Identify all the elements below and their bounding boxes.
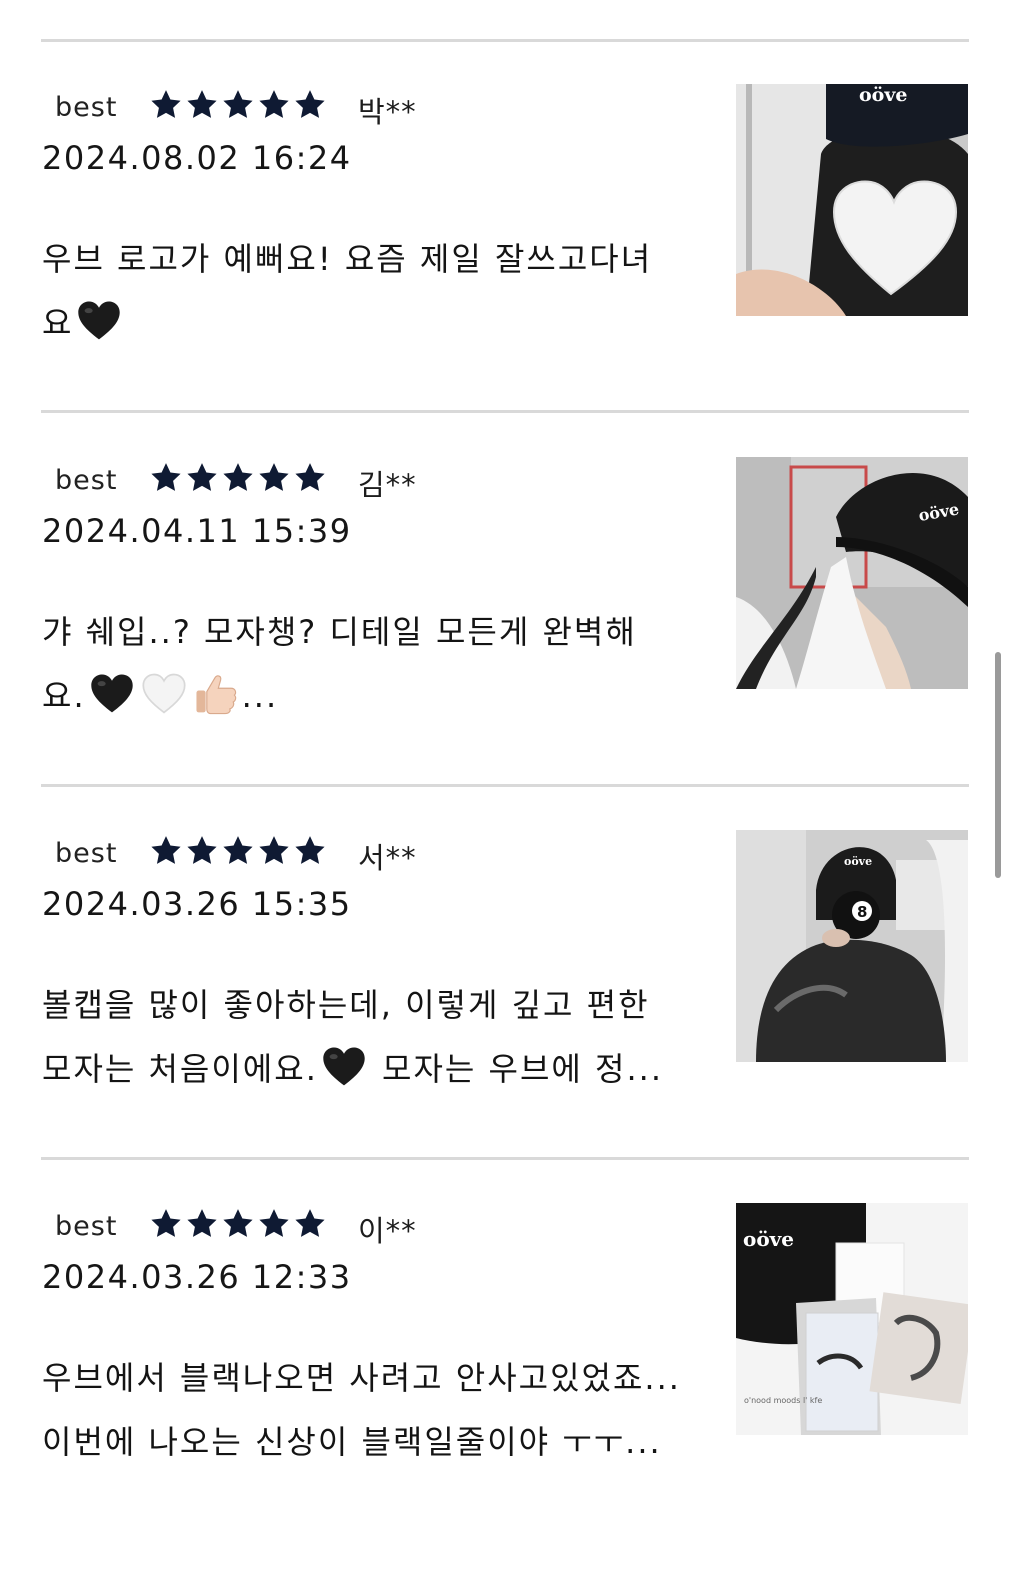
best-badge: best [55, 92, 118, 123]
star-icon [257, 88, 291, 122]
review-text-line: 요 [42, 291, 707, 355]
star-icon [257, 461, 291, 495]
review-text-line: 모자는 처음이에요. 모자는 우브에 정... [42, 1037, 707, 1101]
review-author: 서** [358, 841, 417, 875]
svg-text:o'nood moods l' kfe: o'nood moods l' kfe [744, 1396, 822, 1405]
review-text-line: 우브에서 블랙나오면 사려고 안사고있었죠... [42, 1346, 707, 1410]
review-text-suffix: 모자는 우브에 정... [369, 1050, 663, 1088]
svg-text:oöve: oöve [743, 1227, 794, 1251]
review-text-line: 갸 쉐입..? 모자챙? 디테일 모든게 완벽해 [42, 600, 707, 664]
star-icon [149, 834, 183, 868]
best-badge: best [55, 1211, 118, 1242]
review-text-line: 볼캡을 많이 좋아하는데, 이렇게 깊고 편한 [42, 973, 707, 1037]
review-text-suffix: ... [241, 677, 279, 715]
star-icon [293, 88, 327, 122]
svg-text:oöve: oöve [859, 84, 907, 106]
review-photo[interactable]: oöve o'nood moods l' kfe [736, 1203, 968, 1435]
review-photo[interactable]: oöve 8 [736, 830, 968, 1062]
star-icon [221, 1207, 255, 1241]
review-photo[interactable]: oöve [736, 84, 968, 316]
review-list: best 박** 2024.08.02 16:24 우브 로고가 예뻐요! 요즘 제일… [0, 0, 1010, 1500]
review-text-line: 요.... [42, 664, 707, 728]
star-icon [149, 88, 183, 122]
star-rating [149, 834, 329, 870]
star-icon [185, 1207, 219, 1241]
review-photo[interactable]: oöve [736, 457, 968, 689]
review-text-content: 이번에 나오는 신상이 블랙일줄이야 ㅜㅜ... [42, 1423, 662, 1461]
star-icon [293, 834, 327, 868]
review-date: 2024.08.02 16:24 [42, 139, 352, 177]
review-text: 우브 로고가 예뻐요! 요즘 제일 잘쓰고다녀요 [42, 227, 707, 355]
black-heart-icon [321, 1044, 367, 1090]
best-badge: best [55, 838, 118, 869]
star-icon [221, 461, 255, 495]
star-rating [149, 88, 329, 124]
star-icon [257, 1207, 291, 1241]
review-item[interactable]: best 김** 2024.04.11 15:39 갸 쉐입..? 모자챙? 디테일 … [0, 457, 1010, 829]
review-date: 2024.03.26 15:35 [42, 885, 352, 923]
scrollbar[interactable] [995, 652, 1001, 878]
white-heart-icon [141, 671, 187, 717]
review-date: 2024.03.26 12:33 [42, 1258, 352, 1296]
star-icon [293, 461, 327, 495]
review-text: 우브에서 블랙나오면 사려고 안사고있었죠... 이번에 나오는 신상이 블랙일줄… [42, 1346, 707, 1474]
star-icon [221, 834, 255, 868]
review-text-content: 우브에서 블랙나오면 사려고 안사고있었죠... [42, 1359, 681, 1397]
review-text-line: 이번에 나오는 신상이 블랙일줄이야 ㅜㅜ... [42, 1410, 707, 1474]
star-icon [185, 88, 219, 122]
review-text-content: 볼캡을 많이 좋아하는데, 이렇게 깊고 편한 [42, 986, 650, 1024]
review-date: 2024.04.11 15:39 [42, 512, 352, 550]
star-icon [293, 1207, 327, 1241]
review-item[interactable]: best 박** 2024.08.02 16:24 우브 로고가 예뻐요! 요즘 제일… [0, 84, 1010, 456]
star-icon [149, 461, 183, 495]
star-icon [149, 1207, 183, 1241]
review-item[interactable]: best 이** 2024.03.26 12:33 우브에서 블랙나오면 사려고 안사… [0, 1203, 1010, 1575]
black-heart-icon [76, 298, 122, 344]
star-rating [149, 1207, 329, 1243]
review-author: 김** [358, 468, 417, 502]
best-badge: best [55, 465, 118, 496]
review-text: 볼캡을 많이 좋아하는데, 이렇게 깊고 편한모자는 처음이에요. 모자는 우브… [42, 973, 707, 1101]
divider [41, 39, 969, 42]
star-icon [257, 834, 291, 868]
review-text-content: 요 [42, 304, 74, 342]
review-author: 이** [358, 1214, 417, 1248]
thumbs-up-icon [193, 671, 239, 717]
review-item[interactable]: best 서** 2024.03.26 15:35 볼캡을 많이 좋아하는데, 이렇게… [0, 830, 1010, 1202]
black-heart-icon [89, 671, 135, 717]
review-text-line: 우브 로고가 예뻐요! 요즘 제일 잘쓰고다녀 [42, 227, 707, 291]
star-icon [221, 88, 255, 122]
review-text-content: 요. [42, 677, 86, 715]
review-author: 박** [358, 95, 417, 129]
review-text: 갸 쉐입..? 모자챙? 디테일 모든게 완벽해요.... [42, 600, 707, 728]
review-text-content: 모자는 처음이에요. [42, 1050, 318, 1088]
review-text-content: 우브 로고가 예뻐요! 요즘 제일 잘쓰고다녀 [42, 240, 653, 278]
star-rating [149, 461, 329, 497]
review-text-content: 갸 쉐입..? 모자챙? 디테일 모든게 완벽해 [42, 613, 637, 651]
star-icon [185, 461, 219, 495]
svg-text:8: 8 [857, 903, 867, 921]
star-icon [185, 834, 219, 868]
svg-text:oöve: oöve [844, 855, 872, 868]
